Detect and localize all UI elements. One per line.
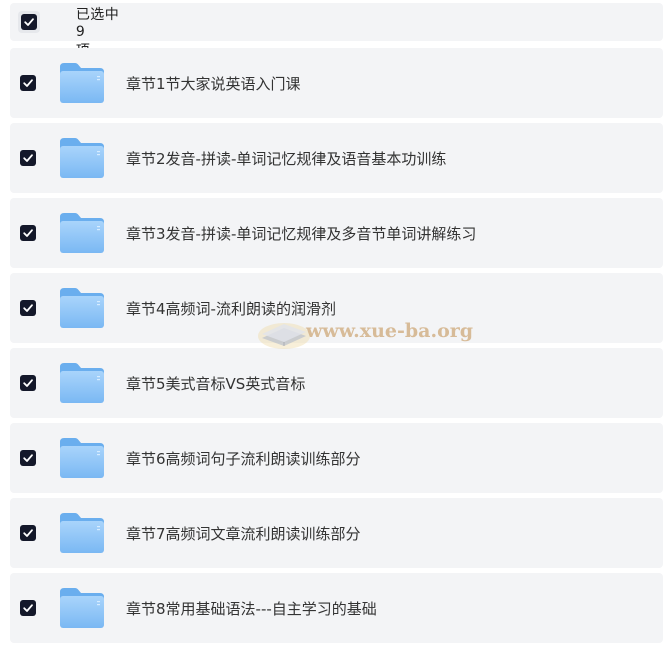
- select-all-checkbox[interactable]: [18, 11, 40, 33]
- row-checkbox[interactable]: [20, 525, 36, 541]
- folder-icon: [60, 438, 104, 478]
- folder-icon: [60, 288, 104, 328]
- row-checkbox[interactable]: [20, 75, 36, 91]
- folder-row[interactable]: 章节6高频词句子流利朗读训练部分: [10, 423, 663, 493]
- selected-count: 9: [75, 24, 86, 40]
- row-checkbox[interactable]: [20, 300, 36, 316]
- check-icon: [23, 529, 33, 537]
- folder-icon: [60, 363, 104, 403]
- check-icon: [21, 14, 37, 30]
- folder-row[interactable]: 章节2发音-拼读-单词记忆规律及语音基本功训练: [10, 123, 663, 193]
- check-icon: [23, 454, 33, 462]
- selected-prefix: 已选中: [75, 7, 120, 23]
- select-all-label[interactable]: 全选: [76, 0, 105, 3]
- folder-name[interactable]: 章节3发音-拼读-单词记忆规律及多音节单词讲解练习: [126, 223, 476, 244]
- folder-row[interactable]: 章节3发音-拼读-单词记忆规律及多音节单词讲解练习: [10, 198, 663, 268]
- folder-name[interactable]: 章节6高频词句子流利朗读训练部分: [126, 448, 361, 469]
- row-checkbox[interactable]: [20, 450, 36, 466]
- folder-icon: [60, 513, 104, 553]
- folder-name[interactable]: 章节2发音-拼读-单词记忆规律及语音基本功训练: [126, 148, 446, 169]
- folder-row[interactable]: 章节7高频词文章流利朗读训练部分: [10, 498, 663, 568]
- row-checkbox[interactable]: [20, 375, 36, 391]
- folder-name[interactable]: 章节5美式音标VS英式音标: [126, 373, 305, 394]
- folder-icon: [60, 588, 104, 628]
- folder-row[interactable]: 章节4高频词-流利朗读的润滑剂: [10, 273, 663, 343]
- folder-list: 章节1节大家说英语入门课 章节2发音-拼读-单词记忆规律及语音基本功训练 章节3…: [10, 48, 663, 648]
- folder-icon: [60, 138, 104, 178]
- folder-name[interactable]: 章节4高频词-流利朗读的润滑剂: [126, 298, 336, 319]
- folder-row[interactable]: 章节8常用基础语法---自主学习的基础: [10, 573, 663, 643]
- check-icon: [23, 379, 33, 387]
- row-checkbox[interactable]: [20, 600, 36, 616]
- check-icon: [23, 604, 33, 612]
- folder-icon: [60, 63, 104, 103]
- folder-row[interactable]: 章节5美式音标VS英式音标: [10, 348, 663, 418]
- check-icon: [23, 229, 33, 237]
- folder-name[interactable]: 章节1节大家说英语入门课: [126, 73, 301, 94]
- select-all-bar: 全选 已选中 9 项: [10, 0, 663, 59]
- folder-row[interactable]: 章节1节大家说英语入门课: [10, 48, 663, 118]
- folder-name[interactable]: 章节8常用基础语法---自主学习的基础: [126, 598, 377, 619]
- check-icon: [23, 154, 33, 162]
- folder-icon: [60, 213, 104, 253]
- check-icon: [23, 79, 33, 87]
- check-icon: [23, 304, 33, 312]
- row-checkbox[interactable]: [20, 150, 36, 166]
- row-checkbox[interactable]: [20, 225, 36, 241]
- folder-name[interactable]: 章节7高频词文章流利朗读训练部分: [126, 523, 361, 544]
